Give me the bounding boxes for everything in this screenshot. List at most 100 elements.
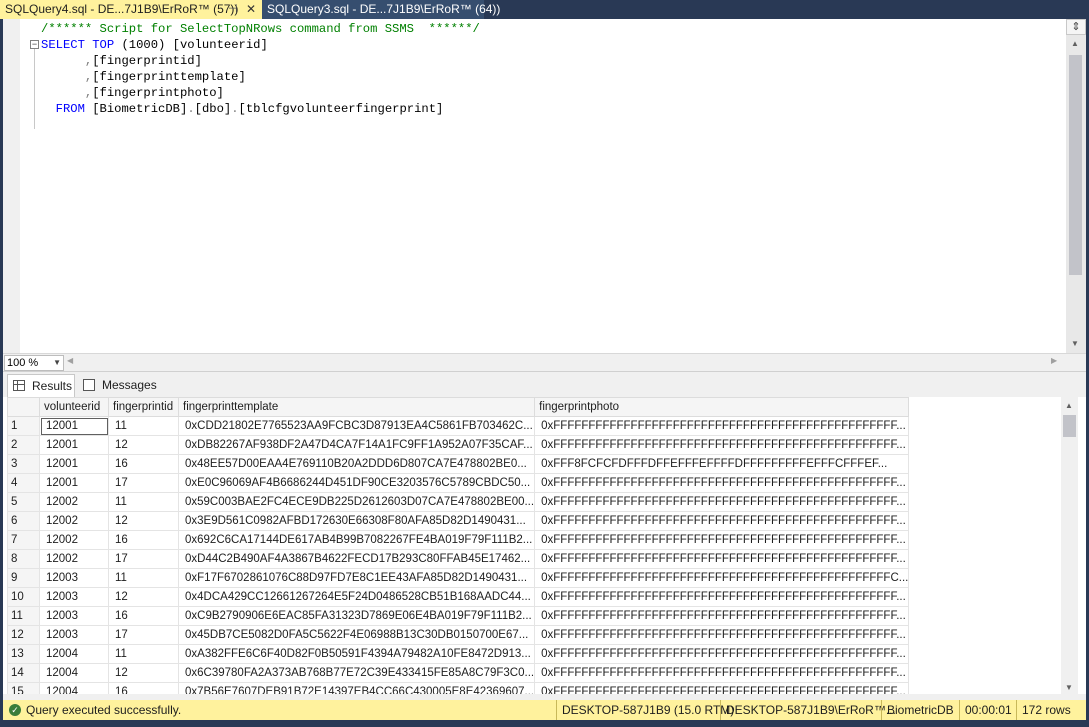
table-row[interactable]: 13 12004 11 0xA382FFE6C6F40D82F0B50591F4394… bbox=[7, 644, 910, 664]
query-editor[interactable]: − /****** Script for SelectTopNRows comm… bbox=[3, 19, 1086, 353]
code-line[interactable]: ,[fingerprinttemplate] bbox=[41, 69, 480, 85]
code-line[interactable]: ,[fingerprintid] bbox=[41, 53, 480, 69]
scroll-up-icon[interactable]: ▲ bbox=[1065, 401, 1073, 410]
table-cell[interactable]: 16 bbox=[108, 530, 179, 550]
table-cell[interactable]: 0xFFFFFFFFFFFFFFFFFFFFFFFFFFFFFFFFFFFFFF… bbox=[534, 549, 910, 569]
table-cell[interactable]: 0xDB82267AF938DF2A47D4CA7F14A1FC9FF1A952… bbox=[177, 435, 536, 455]
table-cell[interactable]: 0xFFFFFFFFFFFFFFFFFFFFFFFFFFFFFFFFFFFFFF… bbox=[534, 473, 910, 493]
table-cell[interactable]: 16 bbox=[108, 682, 179, 694]
table-cell[interactable]: 0xFFFFFFFFFFFFFFFFFFFFFFFFFFFFFFFFFFFFFF… bbox=[534, 530, 910, 550]
collapse-icon[interactable]: − bbox=[30, 40, 39, 49]
row-number[interactable]: 5 bbox=[7, 492, 40, 512]
code-line[interactable]: /****** Script for SelectTopNRows comman… bbox=[41, 21, 480, 37]
grid-vertical-scrollbar[interactable]: ▲ ▼ bbox=[1061, 397, 1078, 694]
table-cell[interactable]: 11 bbox=[108, 644, 179, 664]
table-row[interactable]: 2 12001 12 0xDB82267AF938DF2A47D4CA7F14A1FC… bbox=[7, 435, 910, 455]
table-cell[interactable]: 0xFFFFFFFFFFFFFFFFFFFFFFFFFFFFFFFFFFFFFF… bbox=[534, 492, 910, 512]
scroll-down-icon[interactable]: ▼ bbox=[1065, 683, 1073, 692]
code-line[interactable]: SELECT TOP (1000) [volunteerid] bbox=[41, 37, 480, 53]
table-cell[interactable]: 12003 bbox=[39, 606, 109, 626]
column-header[interactable]: fingerprintphoto bbox=[534, 397, 910, 417]
table-row[interactable]: 6 12002 12 0x3E9D561C0982AFBD172630E66308F8… bbox=[7, 511, 910, 531]
table-cell[interactable]: 12 bbox=[108, 511, 179, 531]
table-cell[interactable]: 0xFFFFFFFFFFFFFFFFFFFFFFFFFFFFFFFFFFFFFF… bbox=[534, 587, 910, 607]
tab-sqlquery4[interactable]: SQLQuery4.sql - DE...7J1B9\ErRoR™ (57)) … bbox=[0, 0, 262, 19]
table-cell[interactable]: 0xC9B2790906E6EAC85FA31323D7869E06E4BA01… bbox=[177, 606, 536, 626]
table-cell[interactable]: 12 bbox=[108, 663, 179, 683]
scroll-right-icon[interactable]: ▶ bbox=[1051, 356, 1057, 365]
table-cell[interactable]: 12001 bbox=[39, 473, 109, 493]
table-cell[interactable]: 17 bbox=[108, 549, 179, 569]
table-cell[interactable]: 0x4DCA429CC12661267264E5F24D0486528CB51B… bbox=[177, 587, 536, 607]
table-cell[interactable]: 0xA382FFE6C6F40D82F0B50591F4394A79482A10… bbox=[177, 644, 536, 664]
table-cell[interactable]: 11 bbox=[108, 416, 179, 436]
row-number[interactable]: 13 bbox=[7, 644, 40, 664]
row-number-header[interactable] bbox=[7, 397, 40, 417]
table-cell[interactable]: 12 bbox=[108, 587, 179, 607]
table-cell[interactable]: 12002 bbox=[39, 492, 109, 512]
results-grid[interactable]: volunteerid fingerprintid fingerprinttem… bbox=[3, 397, 1086, 694]
table-row[interactable]: 5 12002 11 0x59C003BAE2FC4ECE9DB225D2612603… bbox=[7, 492, 910, 512]
row-number[interactable]: 12 bbox=[7, 625, 40, 645]
table-cell[interactable]: 17 bbox=[108, 473, 179, 493]
row-number[interactable]: 11 bbox=[7, 606, 40, 626]
editor-vertical-scrollbar[interactable]: ⇕ ▲ ▼ bbox=[1066, 19, 1086, 353]
row-number[interactable]: 3 bbox=[7, 454, 40, 474]
table-cell[interactable]: 12001 bbox=[39, 454, 109, 474]
table-cell[interactable]: 12002 bbox=[39, 530, 109, 550]
table-cell[interactable]: 0x45DB7CE5082D0FA5C5622F4E06988B13C30DB0… bbox=[177, 625, 536, 645]
scroll-thumb[interactable] bbox=[1063, 415, 1076, 437]
table-cell[interactable]: 0x3E9D561C0982AFBD172630E66308F80AFA85D8… bbox=[177, 511, 536, 531]
table-cell[interactable]: 0x48EE57D00EAA4E769110B20A2DDD6D807CA7E4… bbox=[177, 454, 536, 474]
table-cell[interactable]: 17 bbox=[108, 625, 179, 645]
row-number[interactable]: 4 bbox=[7, 473, 40, 493]
split-icon[interactable]: ⇕ bbox=[1066, 19, 1086, 35]
table-row[interactable]: 4 12001 17 0xE0C96069AF4B6686244D451DF90CE3… bbox=[7, 473, 910, 493]
row-number[interactable]: 7 bbox=[7, 530, 40, 550]
results-table[interactable]: volunteerid fingerprintid fingerprinttem… bbox=[7, 397, 910, 694]
table-row[interactable]: 12 12003 17 0x45DB7CE5082D0FA5C5622F4E06988… bbox=[7, 625, 910, 645]
table-row[interactable]: 8 12002 17 0xD44C2B490AF4A3867B4622FECD17B2… bbox=[7, 549, 910, 569]
row-number[interactable]: 15 bbox=[7, 682, 40, 694]
code-line[interactable]: ,[fingerprintphoto] bbox=[41, 85, 480, 101]
table-cell[interactable]: 0xF17F6702861076C88D97FD7E8C1EE43AFA85D8… bbox=[177, 568, 536, 588]
table-cell[interactable]: 0x692C6CA17144DE617AB4B99B7082267FE4BA01… bbox=[177, 530, 536, 550]
table-cell[interactable]: 0xFFFFFFFFFFFFFFFFFFFFFFFFFFFFFFFFFFFFFF… bbox=[534, 663, 910, 683]
table-cell[interactable]: 0x7B56E7607DEB91B72E14397EB4CC66C430005E… bbox=[177, 682, 536, 694]
table-cell[interactable]: 0xFFFFFFFFFFFFFFFFFFFFFFFFFFFFFFFFFFFFFF… bbox=[534, 682, 910, 694]
table-cell[interactable]: 16 bbox=[108, 454, 179, 474]
row-number[interactable]: 9 bbox=[7, 568, 40, 588]
table-cell[interactable]: 0xFFFFFFFFFFFFFFFFFFFFFFFFFFFFFFFFFFFFFF… bbox=[534, 435, 910, 455]
table-row[interactable]: 9 12003 11 0xF17F6702861076C88D97FD7E8C1EE4… bbox=[7, 568, 910, 588]
column-header[interactable]: volunteerid bbox=[39, 397, 109, 417]
table-cell[interactable]: 0x6C39780FA2A373AB768B77E72C39E433415FE8… bbox=[177, 663, 536, 683]
scroll-down-icon[interactable]: ▼ bbox=[1071, 339, 1079, 348]
table-cell[interactable]: 12002 bbox=[39, 549, 109, 569]
column-header[interactable]: fingerprinttemplate bbox=[177, 397, 536, 417]
table-cell[interactable]: 0xFFFFFFFFFFFFFFFFFFFFFFFFFFFFFFFFFFFFFF… bbox=[534, 568, 910, 588]
table-row[interactable]: 15 12004 16 0x7B56E7607DEB91B72E14397EB4CC6… bbox=[7, 682, 910, 694]
table-cell[interactable]: 0x59C003BAE2FC4ECE9DB225D2612603D07CA7E4… bbox=[177, 492, 536, 512]
table-cell[interactable]: 0xE0C96069AF4B6686244D451DF90CE3203576C5… bbox=[177, 473, 536, 493]
tab-messages[interactable]: Messages bbox=[78, 374, 157, 396]
table-cell[interactable]: 0xFFFFFFFFFFFFFFFFFFFFFFFFFFFFFFFFFFFFFF… bbox=[534, 511, 910, 531]
table-cell[interactable]: 12003 bbox=[39, 587, 109, 607]
table-cell[interactable]: 12 bbox=[108, 435, 179, 455]
table-row[interactable]: 14 12004 12 0x6C39780FA2A373AB768B77E72C39E… bbox=[7, 663, 910, 683]
table-row[interactable]: 7 12002 16 0x692C6CA17144DE617AB4B99B708226… bbox=[7, 530, 910, 550]
sql-code[interactable]: /****** Script for SelectTopNRows comman… bbox=[41, 21, 480, 117]
table-cell[interactable]: 12003 bbox=[39, 568, 109, 588]
table-cell[interactable]: 11 bbox=[108, 492, 179, 512]
scroll-up-icon[interactable]: ▲ bbox=[1071, 39, 1079, 48]
row-number[interactable]: 14 bbox=[7, 663, 40, 683]
table-row[interactable]: 10 12003 12 0x4DCA429CC12661267264E5F24D048… bbox=[7, 587, 910, 607]
scroll-thumb[interactable] bbox=[1069, 55, 1082, 275]
table-cell[interactable]: 12003 bbox=[39, 625, 109, 645]
row-number[interactable]: 8 bbox=[7, 549, 40, 569]
table-cell[interactable]: 11 bbox=[108, 568, 179, 588]
table-row[interactable]: 3 12001 16 0x48EE57D00EAA4E769110B20A2DDD6D… bbox=[7, 454, 910, 474]
table-cell[interactable]: 0xD44C2B490AF4A3867B4622FECD17B293C80FFA… bbox=[177, 549, 536, 569]
table-cell[interactable]: 12002 bbox=[39, 511, 109, 531]
column-header[interactable]: fingerprintid bbox=[108, 397, 179, 417]
table-row[interactable]: 1 12001 11 0xCDD21802E7765523AA9FCBC3D87913… bbox=[7, 416, 910, 436]
